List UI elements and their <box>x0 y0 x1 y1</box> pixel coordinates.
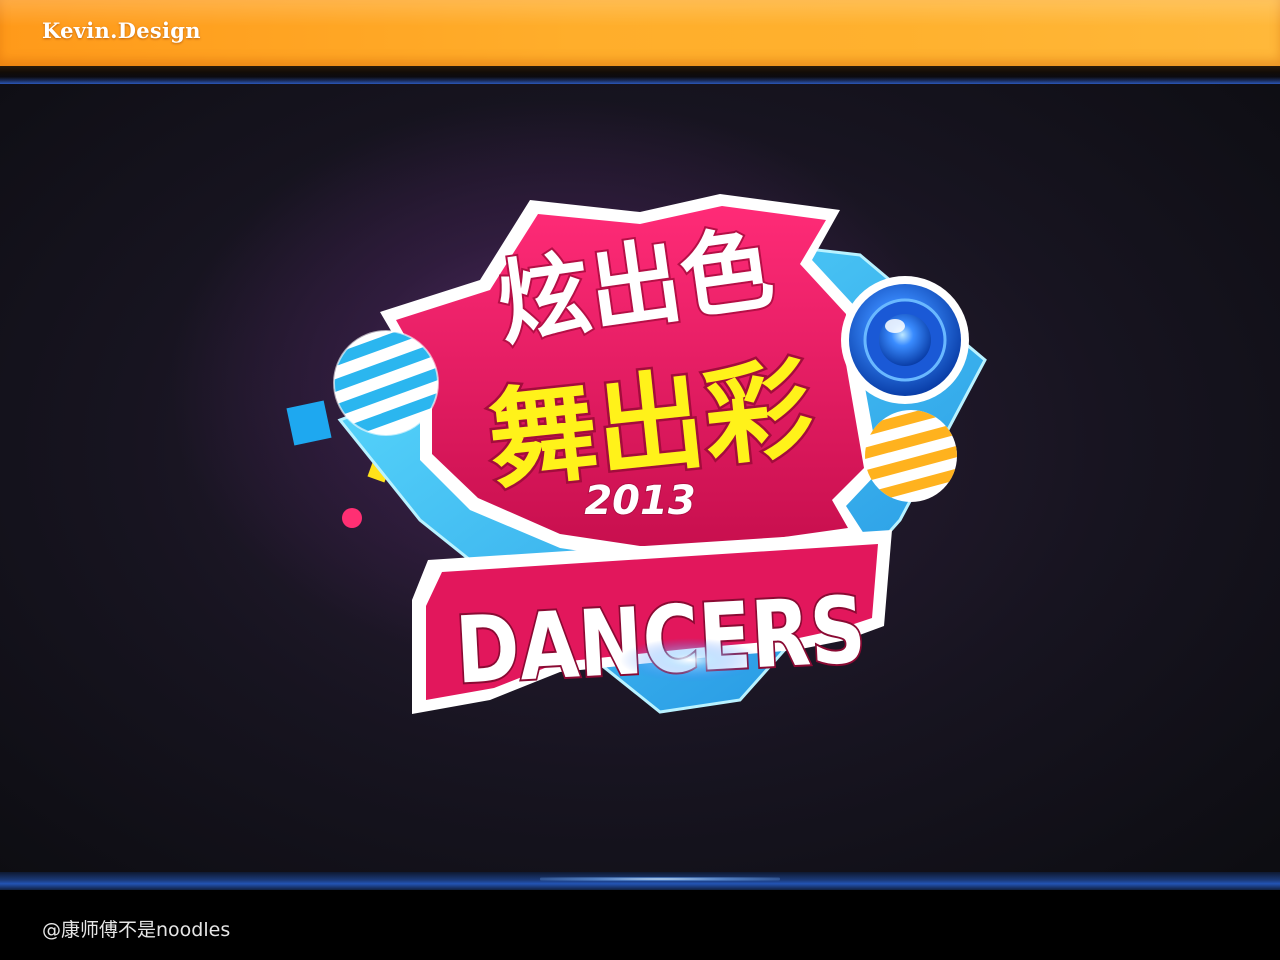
artwork-stage: 炫出色 舞出彩 2013 DANCERS <box>0 84 1280 872</box>
blue-square-decoration <box>286 400 332 446</box>
author-credit: @康师傅不是noodles <box>42 919 231 941</box>
footer-divider <box>0 872 1280 890</box>
header-bar: Kevin.Design <box>0 0 1280 66</box>
footer-bar: @康师傅不是noodles <box>0 890 1280 960</box>
brand-logo-text: Kevin.Design <box>42 18 201 43</box>
year-label: 2013 <box>584 478 695 524</box>
dancers-logo-artwork: 炫出色 舞出彩 2013 DANCERS <box>286 194 987 714</box>
pink-dot-decoration <box>342 508 362 528</box>
header-divider <box>0 66 1280 84</box>
light-flare <box>620 638 760 682</box>
speaker-icon <box>841 276 969 404</box>
page: Kevin.Design 炫出色 舞出彩 2013 @康师傅不是noodles <box>0 0 1280 960</box>
divider-glow <box>540 877 780 881</box>
